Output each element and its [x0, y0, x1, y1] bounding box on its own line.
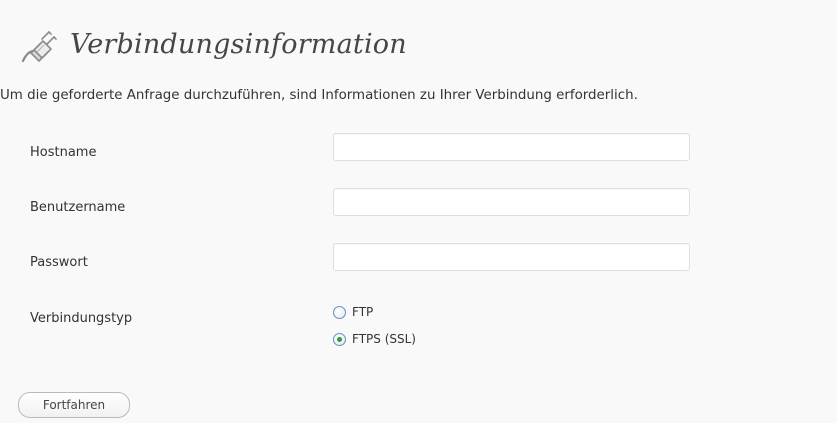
ftps-radio-label: FTPS (SSL)	[352, 332, 416, 346]
continue-button[interactable]: Fortfahren	[18, 392, 130, 418]
intro-text: Um die geforderte Anfrage durchzuführen,…	[0, 88, 638, 103]
hostname-input[interactable]	[333, 133, 690, 161]
page-header: Verbindungsinformation	[18, 20, 407, 68]
radio-option-ftp[interactable]: FTP	[333, 305, 373, 319]
ftp-radio-label: FTP	[352, 305, 374, 319]
password-label: Passwort	[30, 255, 88, 270]
password-input[interactable]	[333, 243, 690, 271]
ftps-radio[interactable]	[333, 332, 346, 346]
plug-icon	[18, 22, 62, 66]
radio-option-ftps[interactable]: FTPS (SSL)	[333, 332, 416, 346]
hostname-label: Hostname	[30, 145, 97, 160]
username-label: Benutzername	[30, 200, 126, 215]
ftp-radio[interactable]	[333, 305, 346, 319]
username-input[interactable]	[333, 188, 690, 216]
page-title: Verbindungsinformation	[70, 28, 407, 60]
connection-type-label: Verbindungstyp	[30, 311, 133, 326]
